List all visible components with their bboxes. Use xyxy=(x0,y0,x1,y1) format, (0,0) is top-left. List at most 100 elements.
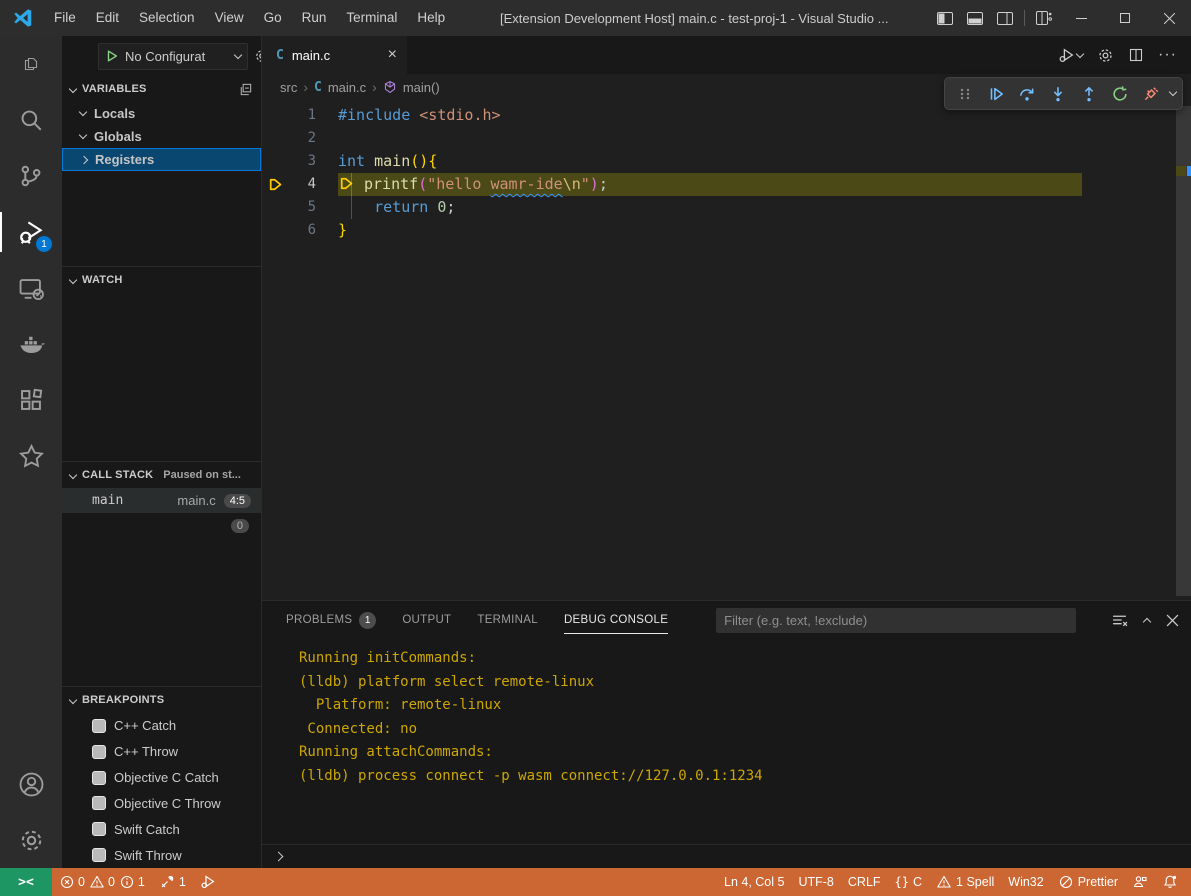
code-text[interactable]: int main(){ xyxy=(338,150,437,173)
star-icon[interactable] xyxy=(0,428,62,484)
customize-layout-icon[interactable] xyxy=(1029,0,1059,36)
tab-main-c[interactable]: C main.c × xyxy=(262,36,407,74)
menu-file[interactable]: File xyxy=(44,10,86,25)
tab-close-icon[interactable]: × xyxy=(388,46,397,64)
start-debug-icon[interactable] xyxy=(105,49,119,63)
run-and-debug-icon[interactable]: 1 xyxy=(0,204,62,260)
checkbox[interactable] xyxy=(92,745,106,759)
settings-gear-icon[interactable] xyxy=(0,812,62,868)
toggle-secondary-sidebar-icon[interactable] xyxy=(990,0,1020,36)
editor-scrollbar[interactable] xyxy=(1176,100,1191,600)
toggle-panel-icon[interactable] xyxy=(960,0,990,36)
cursor-position-item[interactable]: Ln 4, Col 5 xyxy=(717,875,791,889)
menu-edit[interactable]: Edit xyxy=(86,10,129,25)
breadcrumb-file[interactable]: main.c xyxy=(328,80,366,95)
variables-scope-locals[interactable]: Locals xyxy=(62,102,261,125)
menu-run[interactable]: Run xyxy=(292,10,337,25)
breakpoint-gutter[interactable] xyxy=(262,104,288,127)
breakpoint-swift-catch[interactable]: Swift Catch xyxy=(62,816,261,842)
session-row[interactable]: 0 xyxy=(62,513,261,539)
variables-scope-registers[interactable]: Registers xyxy=(62,148,261,171)
debug-console-input[interactable] xyxy=(262,844,1191,868)
breakpoint-gutter[interactable] xyxy=(262,196,288,219)
close-window-button[interactable] xyxy=(1147,0,1191,36)
restart-button[interactable] xyxy=(1106,80,1133,107)
breakpoint-swift-throw[interactable]: Swift Throw xyxy=(62,842,261,868)
collapse-all-icon[interactable] xyxy=(238,82,253,97)
tools-status-item[interactable]: 1 xyxy=(152,868,193,896)
code-text[interactable]: #include <stdio.h> xyxy=(338,104,501,127)
launch-config-dropdown[interactable]: No Configurat xyxy=(98,43,248,70)
clear-console-icon[interactable] xyxy=(1111,612,1128,629)
step-out-button[interactable] xyxy=(1075,80,1102,107)
checkbox[interactable] xyxy=(92,848,106,862)
menu-terminal[interactable]: Terminal xyxy=(336,10,407,25)
remote-explorer-icon[interactable] xyxy=(0,260,62,316)
menu-view[interactable]: View xyxy=(205,10,254,25)
explorer-icon[interactable] xyxy=(0,36,62,92)
spell-checker-item[interactable]: 1 Spell xyxy=(929,874,1001,890)
code-text[interactable]: return 0; xyxy=(338,196,455,219)
scrollbar-slider[interactable] xyxy=(1176,106,1191,596)
breakpoints-header[interactable]: BREAKPOINTS xyxy=(62,687,261,713)
code-text[interactable]: printf("hello wamr-ide\n"); xyxy=(338,173,1082,196)
close-panel-icon[interactable] xyxy=(1166,614,1179,627)
feedback-item[interactable] xyxy=(1125,874,1155,890)
breakpoint-objc-throw[interactable]: Objective C Throw xyxy=(62,790,261,816)
tab-terminal[interactable]: TERMINAL xyxy=(477,601,538,639)
checkbox[interactable] xyxy=(92,796,106,810)
problems-status-item[interactable]: 0 0 1 xyxy=(52,868,152,896)
step-into-button[interactable] xyxy=(1044,80,1071,107)
tab-problems[interactable]: PROBLEMS 1 xyxy=(286,601,376,639)
checkbox[interactable] xyxy=(92,719,106,733)
encoding-item[interactable]: UTF-8 xyxy=(791,875,840,889)
breadcrumb-folder[interactable]: src xyxy=(280,80,297,95)
debug-toolbar-chevron-icon[interactable] xyxy=(1169,88,1177,96)
run-or-debug-button[interactable] xyxy=(1058,47,1083,64)
search-icon[interactable] xyxy=(0,92,62,148)
language-mode-item[interactable]: {̇} C xyxy=(888,875,929,889)
maximize-panel-icon[interactable] xyxy=(1143,618,1151,626)
breakpoint-objc-catch[interactable]: Objective C Catch xyxy=(62,765,261,791)
notifications-item[interactable] xyxy=(1155,874,1185,890)
source-control-icon[interactable] xyxy=(0,148,62,204)
continue-button[interactable] xyxy=(982,80,1009,107)
platform-item[interactable]: Win32 xyxy=(1001,875,1050,889)
variables-header[interactable]: VARIABLES xyxy=(62,76,261,102)
maximize-button[interactable] xyxy=(1103,0,1147,36)
tab-debug-console[interactable]: DEBUG CONSOLE xyxy=(564,601,668,639)
watch-header[interactable]: WATCH xyxy=(62,267,261,293)
breakpoint-cpp-catch[interactable]: C++ Catch xyxy=(62,713,261,739)
editor-settings-gear-icon[interactable] xyxy=(1097,47,1114,64)
breakpoint-gutter[interactable] xyxy=(262,150,288,173)
code-editor[interactable]: 1#include <stdio.h>23int main(){4printf(… xyxy=(262,100,1191,600)
disconnect-button[interactable] xyxy=(1137,80,1164,107)
tab-output[interactable]: OUTPUT xyxy=(402,601,451,639)
toggle-sidebar-icon[interactable] xyxy=(930,0,960,36)
breakpoint-gutter[interactable] xyxy=(262,219,288,242)
account-icon[interactable] xyxy=(0,756,62,812)
breakpoint-cpp-throw[interactable]: C++ Throw xyxy=(62,739,261,765)
code-text[interactable]: } xyxy=(338,219,347,242)
menu-go[interactable]: Go xyxy=(254,10,292,25)
debug-console-output[interactable]: Running initCommands:(lldb) platform sel… xyxy=(262,639,1191,844)
console-filter-input[interactable] xyxy=(716,608,1076,633)
more-actions-icon[interactable]: ··· xyxy=(1158,46,1177,64)
breakpoint-gutter[interactable] xyxy=(262,127,288,150)
menu-selection[interactable]: Selection xyxy=(129,10,205,25)
split-editor-icon[interactable] xyxy=(1128,47,1144,63)
checkbox[interactable] xyxy=(92,822,106,836)
eol-item[interactable]: CRLF xyxy=(841,875,888,889)
step-over-button[interactable] xyxy=(1013,80,1040,107)
stack-frame-row[interactable]: main main.c 4:5 xyxy=(62,488,261,513)
checkbox[interactable] xyxy=(92,771,106,785)
minimize-button[interactable] xyxy=(1059,0,1103,36)
breadcrumb-symbol[interactable]: main() xyxy=(403,80,440,95)
formatter-item[interactable]: Prettier xyxy=(1051,874,1125,890)
menu-help[interactable]: Help xyxy=(407,10,455,25)
extensions-icon[interactable] xyxy=(0,372,62,428)
remote-indicator[interactable]: >< xyxy=(0,868,52,896)
call-stack-header[interactable]: CALL STACK Paused on st... xyxy=(62,462,261,488)
current-line-glyph-arrow-icon[interactable] xyxy=(262,173,288,196)
variables-scope-globals[interactable]: Globals xyxy=(62,125,261,148)
